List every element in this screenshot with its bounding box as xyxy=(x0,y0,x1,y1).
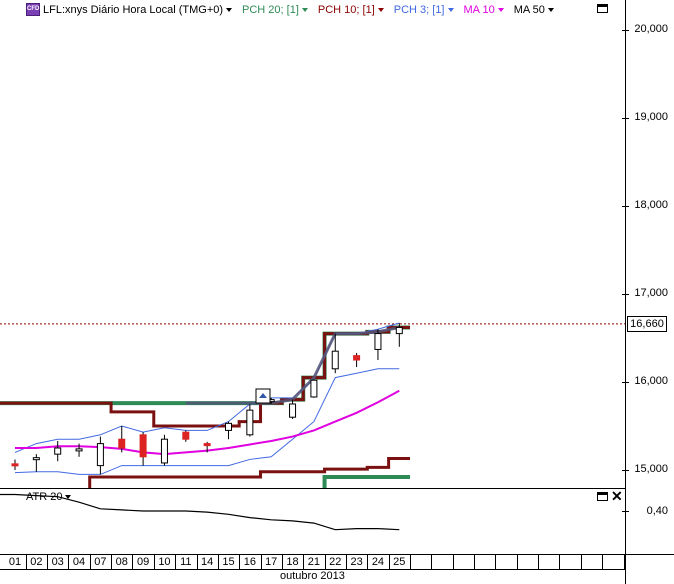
atr-label: ATR 20 xyxy=(26,491,63,503)
price-tick-16000: 16,000 xyxy=(634,375,668,387)
atr-tick-040: 0,40 xyxy=(646,505,668,517)
candle-body xyxy=(353,355,361,361)
channel-convergence-line xyxy=(185,325,400,405)
time-tick-label: 14 xyxy=(201,556,214,568)
current-price-label: 16,660 xyxy=(627,316,667,332)
pch10-upper-line xyxy=(0,325,410,428)
candle-body xyxy=(118,438,126,449)
time-tick-label: 02 xyxy=(30,556,43,568)
time-tick-label: 09 xyxy=(136,556,150,568)
candle-09 xyxy=(139,432,147,466)
chart-frame xyxy=(0,0,674,584)
candle-body xyxy=(139,434,147,458)
price-tick-17000: 17,000 xyxy=(634,287,668,299)
candle-16 xyxy=(246,404,254,437)
candle-24 xyxy=(374,329,382,360)
time-tick-label: 23 xyxy=(350,556,363,568)
time-tick-label: 04 xyxy=(72,556,86,568)
candle-18 xyxy=(289,399,297,419)
trade-marker xyxy=(255,388,271,404)
pch3-lower-line xyxy=(14,368,400,475)
chevron-down-icon[interactable] xyxy=(65,495,72,499)
candle-body xyxy=(225,422,232,431)
maximize-atr-panel-button[interactable] xyxy=(597,492,608,501)
time-tick-label: 01 xyxy=(8,556,22,568)
candle-11 xyxy=(182,430,190,442)
price-tick-15000: 15,000 xyxy=(634,463,668,475)
candle-10 xyxy=(160,434,168,466)
candle-body xyxy=(331,350,339,370)
candle-15 xyxy=(225,421,232,440)
candle-body xyxy=(160,438,168,464)
candle-body xyxy=(75,448,83,452)
candle-08 xyxy=(118,426,126,453)
time-tick-label: 22 xyxy=(329,556,342,568)
time-tick-label: 10 xyxy=(158,556,171,568)
candle-body xyxy=(203,443,211,447)
price-tick-20000: 20,000 xyxy=(634,23,668,35)
candle-body xyxy=(289,403,297,418)
price-tick-18000: 18,000 xyxy=(634,199,668,211)
candle-body xyxy=(32,457,40,461)
time-tick-label: 07 xyxy=(94,556,107,568)
candle-03 xyxy=(54,440,62,462)
time-tick-label: 24 xyxy=(371,556,385,568)
candle-body xyxy=(395,326,403,335)
candle-body xyxy=(96,443,104,467)
time-tick-label: 16 xyxy=(243,556,256,568)
price-chart[interactable] xyxy=(0,0,674,584)
candle-23 xyxy=(353,352,361,368)
candle-02 xyxy=(32,454,40,472)
time-tick-label: 08 xyxy=(115,556,128,568)
candle-body xyxy=(11,463,19,467)
pch3-upper-line xyxy=(14,322,400,453)
candle-body xyxy=(246,409,254,436)
candle-body xyxy=(54,447,62,455)
time-tick-label: 11 xyxy=(180,556,192,568)
time-tick-label: 17 xyxy=(265,556,278,568)
candle-body xyxy=(182,431,190,440)
price-tick-19000: 19,000 xyxy=(634,111,668,123)
time-tick-label: 03 xyxy=(51,556,64,568)
time-tick-label: 21 xyxy=(307,556,321,568)
atr-legend[interactable]: ATR 20 xyxy=(26,491,72,503)
candle-01 xyxy=(11,459,19,470)
time-tick-label: 25 xyxy=(393,556,406,568)
candle-body xyxy=(310,379,318,398)
pch20-upper-line xyxy=(0,325,410,406)
time-tick-label: 18 xyxy=(286,556,299,568)
candle-07 xyxy=(96,436,104,475)
candle-21 xyxy=(310,379,318,398)
close-icon[interactable]: ✕ xyxy=(611,489,623,503)
candle-body xyxy=(374,333,382,350)
month-label: outubro 2013 xyxy=(280,570,345,582)
time-tick-label: 15 xyxy=(222,556,235,568)
